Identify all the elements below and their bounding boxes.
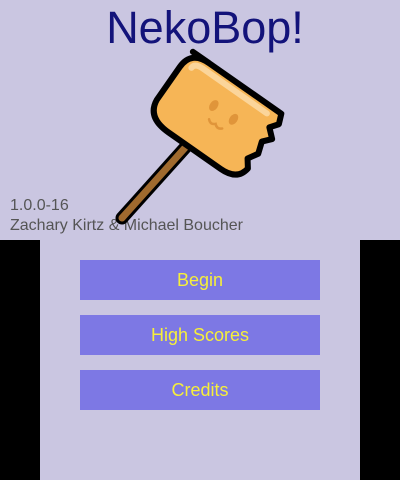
bottom-screen: Begin High Scores Credits (40, 240, 360, 480)
begin-button[interactable]: Begin (80, 260, 320, 300)
high-scores-button[interactable]: High Scores (80, 315, 320, 355)
game-stage: NekoBop! 1.0.0-16 Zachary Kirtz & Michae… (0, 0, 400, 480)
credits-button[interactable]: Credits (80, 370, 320, 410)
mallet-icon (115, 48, 285, 225)
top-screen: NekoBop! 1.0.0-16 Zachary Kirtz & Michae… (0, 0, 400, 240)
